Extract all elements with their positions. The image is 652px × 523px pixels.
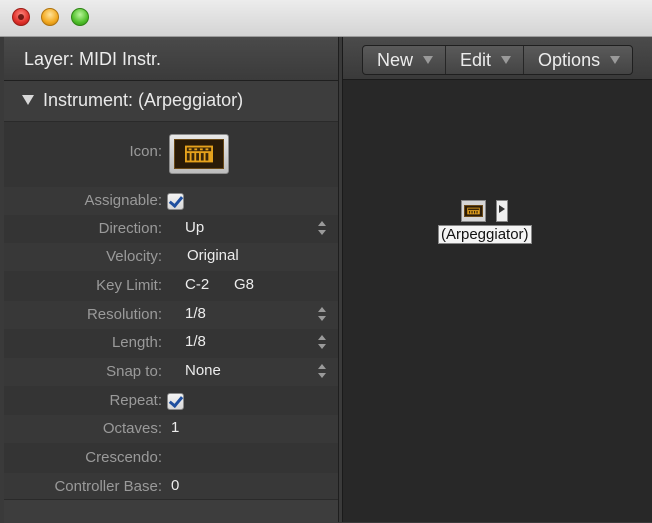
length-value[interactable]: 1/8 — [185, 333, 206, 350]
repeat-checkbox[interactable] — [167, 393, 184, 410]
key-limit-row: Key Limit: C-2 G8 — [4, 272, 338, 300]
repeat-label: Repeat: — [109, 392, 162, 409]
resolution-label: Resolution: — [86, 306, 162, 323]
direction-stepper-icon[interactable] — [318, 221, 326, 237]
resolution-stepper-icon[interactable] — [318, 307, 326, 323]
resolution-row[interactable]: Resolution: 1/8 — [4, 301, 338, 329]
output-port-icon[interactable] — [496, 200, 508, 222]
snap-to-row[interactable]: Snap to: None — [4, 358, 338, 386]
edit-menu[interactable]: Edit — [446, 46, 525, 74]
assignable-label: Assignable: — [84, 192, 162, 209]
layer-label: Layer: MIDI Instr. — [24, 49, 162, 69]
arpeggiator-object-name[interactable]: (Arpeggiator) — [438, 225, 532, 244]
icon-label: Icon: — [129, 143, 162, 160]
environment-toolbar: New Edit Options — [343, 37, 652, 80]
snap-to-value[interactable]: None — [185, 362, 221, 379]
key-limit-high[interactable]: G8 — [234, 276, 254, 293]
new-menu[interactable]: New — [363, 46, 447, 74]
key-limit-low[interactable]: C-2 — [185, 276, 209, 293]
length-stepper-icon[interactable] — [318, 335, 326, 351]
chevron-down-icon — [423, 56, 434, 64]
velocity-value[interactable]: Original — [187, 247, 239, 264]
snap-to-stepper-icon[interactable] — [318, 364, 326, 380]
length-row[interactable]: Length: 1/8 — [4, 329, 338, 357]
environment-menu-bar: New Edit Options — [362, 45, 634, 75]
velocity-label: Velocity: — [106, 248, 162, 265]
chevron-down-icon — [610, 56, 621, 64]
chevron-down-icon — [501, 56, 512, 64]
minimize-window-button[interactable] — [41, 8, 59, 26]
controller-base-value[interactable]: 0 — [171, 477, 179, 494]
inspector-panel: Layer: MIDI Instr. Instrument: (Arpeggia… — [4, 37, 339, 523]
octaves-label: Octaves: — [102, 420, 162, 437]
keyboard-icon — [467, 207, 480, 215]
options-menu-label: Options — [538, 49, 601, 70]
edit-menu-label: Edit — [460, 49, 492, 70]
key-limit-label: Key Limit: — [96, 277, 162, 294]
repeat-row: Repeat: — [4, 387, 338, 415]
assignable-checkbox[interactable] — [167, 193, 184, 210]
length-label: Length: — [111, 334, 162, 351]
direction-row[interactable]: Direction: Up — [4, 215, 338, 243]
layer-header: Layer: MIDI Instr. — [4, 37, 338, 81]
zoom-window-button[interactable] — [71, 8, 89, 26]
instrument-title: Instrument: (Arpeggiator) — [43, 90, 244, 110]
instrument-section-header[interactable]: Instrument: (Arpeggiator) — [4, 81, 338, 122]
new-menu-label: New — [377, 49, 414, 70]
resolution-value[interactable]: 1/8 — [185, 305, 206, 322]
crescendo-label: Crescendo: — [85, 449, 162, 466]
octaves-value[interactable]: 1 — [171, 419, 179, 436]
arpeggiator-object-icon[interactable] — [461, 200, 486, 222]
crescendo-row[interactable]: Crescendo: — [4, 444, 338, 472]
direction-label: Direction: — [98, 220, 162, 237]
inspector-footer — [4, 499, 338, 523]
snap-to-label: Snap to: — [106, 363, 162, 380]
keyboard-icon — [185, 145, 213, 163]
arpeggiator-icon — [174, 139, 224, 169]
disclosure-triangle-icon[interactable] — [22, 95, 34, 105]
controller-base-row[interactable]: Controller Base: 0 — [4, 473, 338, 501]
assignable-row: Assignable: — [4, 187, 338, 215]
environment-area[interactable]: New Edit Options (Arpeggiator) — [342, 37, 652, 522]
options-menu[interactable]: Options — [524, 46, 632, 74]
direction-value[interactable]: Up — [185, 219, 204, 236]
close-window-button[interactable] — [12, 8, 30, 26]
controller-base-label: Controller Base: — [54, 478, 162, 495]
title-bar — [0, 0, 652, 37]
instrument-icon-button[interactable] — [169, 134, 229, 174]
octaves-row[interactable]: Octaves: 1 — [4, 415, 338, 443]
velocity-row[interactable]: Velocity: Original — [4, 243, 338, 271]
